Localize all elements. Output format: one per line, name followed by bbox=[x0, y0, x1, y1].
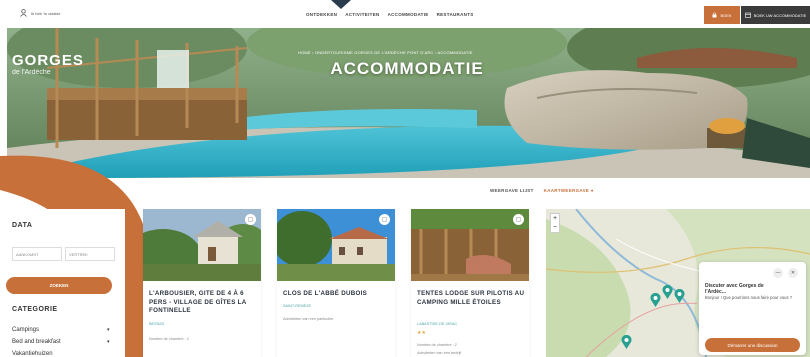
chevron-down-icon[interactable]: ▾ bbox=[107, 339, 110, 345]
favorite-button[interactable]: ▢ bbox=[245, 214, 256, 225]
nav-accommodatie[interactable]: ACCOMMODATIE bbox=[388, 12, 429, 17]
main-nav: ONTDEKKEN ACTIVITEITEN ACCOMMODATIE REST… bbox=[306, 12, 474, 17]
chat-widget: — ✕ Discuter avec Gorges de l'Ardèc... B… bbox=[699, 262, 806, 355]
card-location: LABASTIDE-DE-VIRAC bbox=[417, 322, 458, 326]
map-pin-icon[interactable] bbox=[650, 293, 661, 307]
card-location: BESSAS bbox=[149, 322, 165, 326]
card-title[interactable]: L'ARBOUSIER, GITE DE 4 À 6 PERS - VILLAG… bbox=[149, 290, 257, 316]
category-campings[interactable]: Campings bbox=[12, 327, 39, 333]
favorite-button[interactable]: ▢ bbox=[379, 214, 390, 225]
card-title[interactable]: CLOS DE L'ABBÉ DUBOIS bbox=[283, 290, 391, 299]
card-meta: Nombre de chambre : 2 bbox=[417, 343, 457, 347]
nav-activiteiten[interactable]: ACTIVITEITEN bbox=[345, 12, 379, 17]
lock-icon bbox=[712, 12, 717, 18]
logo-line1: GORGES bbox=[12, 52, 84, 69]
zoom-out-button[interactable]: − bbox=[551, 223, 559, 232]
departure-field[interactable]: VERTREK bbox=[65, 247, 115, 261]
arrival-field[interactable]: AANKOMST bbox=[12, 247, 62, 261]
card-image[interactable]: ▢ bbox=[411, 209, 529, 281]
site-logo[interactable]: GORGES de l'Ardèche bbox=[12, 52, 84, 76]
book-accommodation-button[interactable]: BOEK UW ACCOMMODATIE bbox=[741, 6, 810, 24]
list-view-link[interactable]: WEERGAVE LIJST bbox=[490, 188, 534, 193]
chat-title: Discuter avec Gorges de l'Ardèc... bbox=[705, 283, 764, 295]
chat-message: Bonjour ! Que pourrions nous faire pour … bbox=[705, 295, 793, 300]
map-view-link[interactable]: KAARTWEERGAVE ● bbox=[544, 188, 594, 193]
card-location: SAINT-REMÈZE bbox=[283, 304, 312, 308]
zoom-control: + − bbox=[550, 213, 560, 233]
logo-line2: de l'Ardèche bbox=[12, 69, 51, 76]
minimize-button[interactable]: — bbox=[773, 268, 783, 278]
accommodation-card[interactable]: ▢ TENTES LODGE SUR PILOTIS AU CAMPING MI… bbox=[411, 209, 529, 357]
nav-restaurants[interactable]: RESTAURANTS bbox=[437, 12, 474, 17]
calendar-icon bbox=[744, 12, 751, 18]
user-icon bbox=[20, 9, 27, 17]
pin-icon: ● bbox=[590, 188, 594, 193]
category-bnb[interactable]: Bed and breakfast bbox=[12, 339, 61, 345]
active-nav-caret bbox=[331, 0, 351, 9]
card-meta: Activiteiten van een particulier bbox=[283, 317, 334, 321]
close-button[interactable]: ✕ bbox=[788, 268, 798, 278]
card-image[interactable]: ▢ bbox=[277, 209, 395, 281]
map-pin-icon[interactable] bbox=[662, 285, 673, 299]
house-photo bbox=[143, 209, 261, 281]
accommodation-card[interactable]: ▢ CLOS DE L'ABBÉ DUBOIS SAINT-REMÈZE Act… bbox=[277, 209, 395, 357]
card-meta-2: Activiteiten van een bedrijf bbox=[417, 351, 462, 355]
card-rating: ★★ bbox=[417, 330, 426, 336]
villa-photo bbox=[277, 209, 395, 281]
top-bar: Ik heb 'm claskie ONTDEKKEN ACTIVITEITEN… bbox=[0, 0, 810, 28]
map-view-label: KAARTWEERGAVE bbox=[543, 188, 590, 193]
page-title: ACCOMMODATIE bbox=[330, 59, 484, 78]
search-button[interactable]: ZOEKEN bbox=[6, 277, 112, 294]
bookmark-icon: ▢ bbox=[381, 217, 388, 223]
card-title[interactable]: TENTES LODGE SUR PILOTIS AU CAMPING MILL… bbox=[417, 290, 525, 307]
map-pin-icon[interactable] bbox=[674, 289, 685, 303]
lodge-photo bbox=[411, 209, 529, 281]
nav-ontdekken[interactable]: ONTDEKKEN bbox=[306, 12, 337, 17]
card-meta: Nombre de chambre : 2 bbox=[149, 337, 189, 341]
bookmark-icon: ▢ bbox=[247, 217, 254, 223]
book-now-label: BOEK UW ACCOMMODATIE bbox=[753, 12, 807, 18]
start-chat-button[interactable]: Démarrer une discussion bbox=[705, 338, 800, 352]
breadcrumb[interactable]: HOME › ONDERTOURISME GORGES DE L'ARDÈCHE… bbox=[298, 50, 473, 55]
view-toggle: WEERGAVE LIJST KAARTWEERGAVE ● bbox=[490, 188, 594, 193]
book-label: BOEK bbox=[720, 12, 732, 18]
login-label: Ik heb 'm claskie bbox=[31, 10, 61, 16]
card-image[interactable]: ▢ bbox=[143, 209, 261, 281]
category-heading: CATEGORIE bbox=[12, 306, 58, 313]
category-holiday-homes[interactable]: Vakantiehuizen bbox=[12, 351, 53, 357]
dates-heading: DATA bbox=[12, 222, 33, 229]
chevron-down-icon[interactable]: ▾ bbox=[107, 327, 110, 333]
login-link[interactable]: Ik heb 'm claskie bbox=[20, 9, 60, 17]
zoom-in-button[interactable]: + bbox=[551, 214, 559, 223]
map-pin-icon[interactable] bbox=[621, 335, 632, 349]
book-button[interactable]: BOEK bbox=[704, 6, 740, 24]
accommodation-card[interactable]: ▢ L'ARBOUSIER, GITE DE 4 À 6 PERS - VILL… bbox=[143, 209, 261, 357]
favorite-button[interactable]: ▢ bbox=[513, 214, 524, 225]
bookmark-icon: ▢ bbox=[515, 217, 522, 223]
